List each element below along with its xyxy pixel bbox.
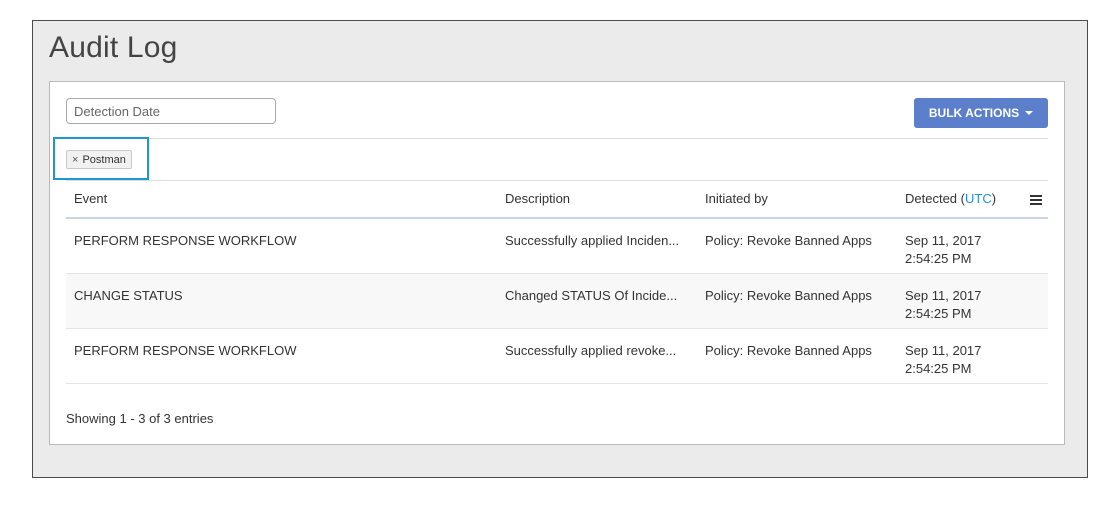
cell-time: 2:54:25 PM xyxy=(905,361,972,376)
cell-detected: Sep 11, 2017 2:54:25 PM xyxy=(905,232,981,268)
entries-count: Showing 1 - 3 of 3 entries xyxy=(66,411,214,426)
divider xyxy=(66,138,1048,139)
table-row[interactable]: PERFORM RESPONSE WORKFLOW Successfully a… xyxy=(66,219,1048,274)
detected-close: ) xyxy=(991,191,997,206)
audit-table: Event Description Initiated by Detected … xyxy=(66,182,1048,384)
cell-event: CHANGE STATUS xyxy=(74,288,183,303)
divider xyxy=(66,180,1048,181)
caret-down-icon xyxy=(1025,111,1034,115)
utc-link[interactable]: UTC xyxy=(965,191,992,206)
cell-initiated-by: Policy: Revoke Banned Apps xyxy=(705,288,872,303)
cell-initiated-by: Policy: Revoke Banned Apps xyxy=(705,343,872,358)
cell-time: 2:54:25 PM xyxy=(905,306,972,321)
cell-date: Sep 11, 2017 xyxy=(905,288,982,303)
column-menu-icon[interactable] xyxy=(1030,195,1042,205)
column-header-initiated-by[interactable]: Initiated by xyxy=(705,191,768,206)
audit-log-container: Audit Log BULK ACTIONS × Postman Event D… xyxy=(32,20,1088,478)
bulk-actions-label: BULK ACTIONS xyxy=(928,106,1020,120)
column-header-description[interactable]: Description xyxy=(505,191,570,206)
close-icon[interactable]: × xyxy=(72,154,78,166)
cell-description: Successfully applied Inciden... xyxy=(505,233,680,248)
cell-description: Changed STATUS Of Incide... xyxy=(505,288,678,303)
cell-date: Sep 11, 2017 xyxy=(905,233,982,248)
cell-event: PERFORM RESPONSE WORKFLOW xyxy=(74,233,297,248)
detected-label: Detected ( xyxy=(905,191,965,206)
column-header-detected[interactable]: Detected (UTC) xyxy=(905,191,996,206)
table-row[interactable]: PERFORM RESPONSE WORKFLOW Successfully a… xyxy=(66,329,1048,384)
cell-event: PERFORM RESPONSE WORKFLOW xyxy=(74,343,297,358)
page-title: Audit Log xyxy=(49,31,178,64)
filter-chip-label: Postman xyxy=(82,153,126,166)
detection-date-input[interactable] xyxy=(66,98,276,124)
cell-initiated-by: Policy: Revoke Banned Apps xyxy=(705,233,872,248)
column-header-event[interactable]: Event xyxy=(74,191,107,206)
table-row[interactable]: CHANGE STATUS Changed STATUS Of Incide..… xyxy=(66,274,1048,329)
cell-description: Successfully applied revoke... xyxy=(505,343,677,358)
cell-detected: Sep 11, 2017 2:54:25 PM xyxy=(905,287,981,323)
audit-log-panel: BULK ACTIONS × Postman Event Description… xyxy=(49,81,1065,445)
filter-chip-postman: × Postman xyxy=(66,150,132,169)
bulk-actions-button[interactable]: BULK ACTIONS xyxy=(914,98,1048,128)
cell-detected: Sep 11, 2017 2:54:25 PM xyxy=(905,342,981,378)
table-header: Event Description Initiated by Detected … xyxy=(66,182,1048,219)
cell-time: 2:54:25 PM xyxy=(905,251,972,266)
cell-date: Sep 11, 2017 xyxy=(905,343,982,358)
